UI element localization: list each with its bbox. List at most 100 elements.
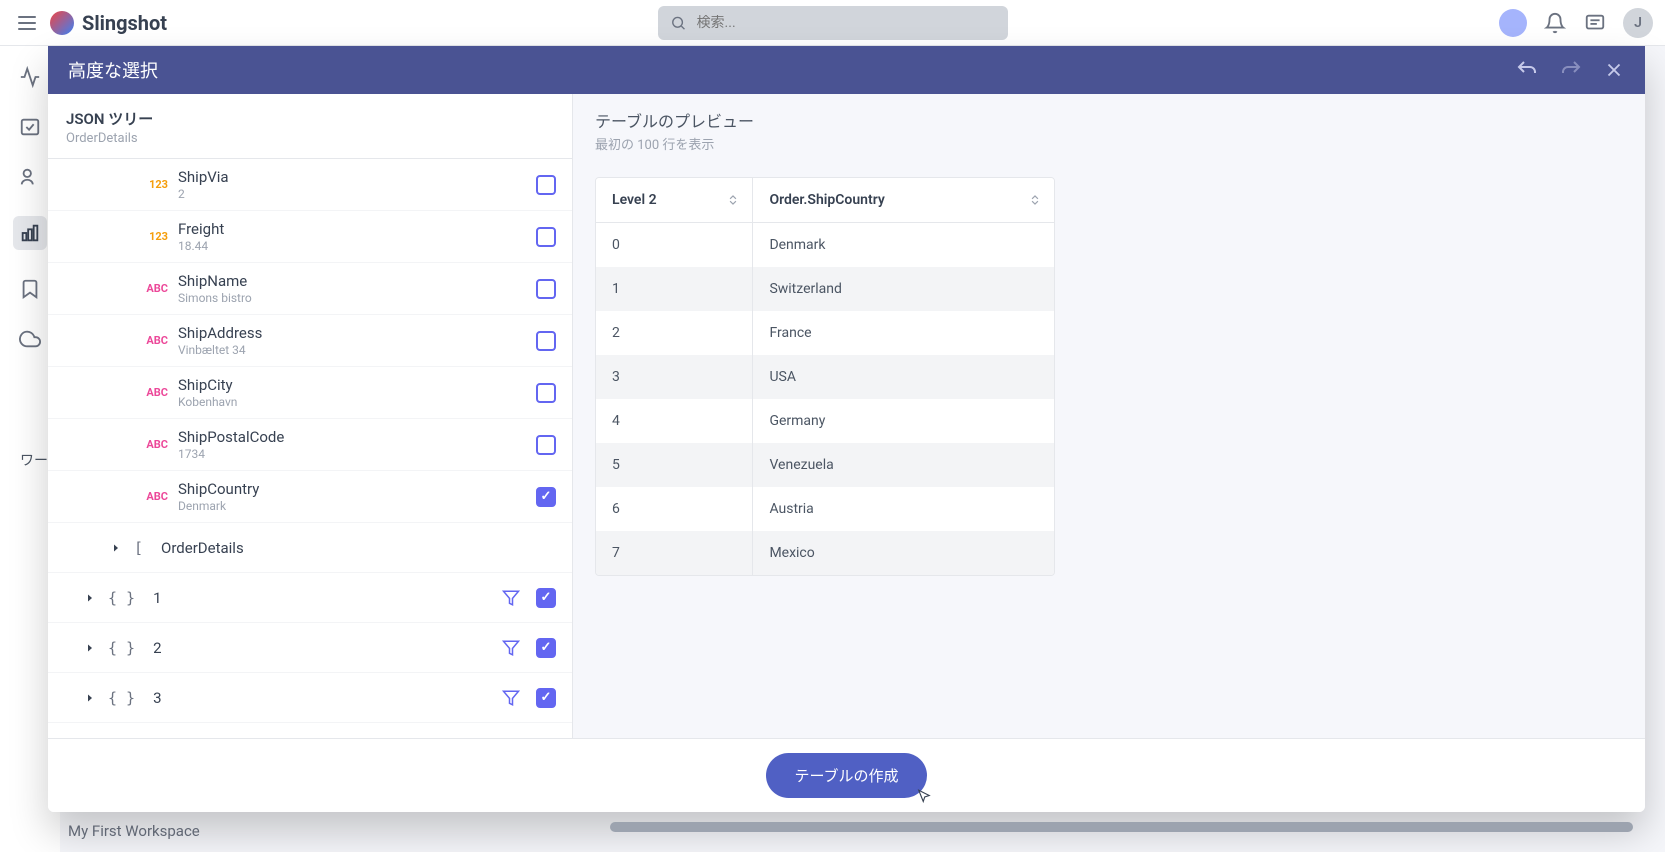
field-name: ShipVia <box>178 168 536 186</box>
preview-title: テーブルのプレビュー <box>595 108 1623 132</box>
tree-field-row[interactable]: 123 Freight 18.44 <box>48 211 572 263</box>
undo-icon[interactable] <box>1515 58 1539 82</box>
field-value: Vinbæltet 34 <box>178 343 536 357</box>
caret-right-icon[interactable] <box>110 542 122 554</box>
tree-node-row[interactable]: { } 2 <box>48 623 572 673</box>
field-value: Kobenhavn <box>178 395 536 409</box>
sort-icon[interactable] <box>1028 193 1042 207</box>
node-checkbox[interactable] <box>536 588 556 608</box>
filter-icon[interactable] <box>502 689 520 707</box>
sort-icon[interactable] <box>726 193 740 207</box>
tasks-icon[interactable] <box>19 116 41 138</box>
chat-icon[interactable] <box>1583 11 1607 35</box>
field-checkbox[interactable] <box>536 279 556 299</box>
bg-workspace: My First Workspace <box>68 822 200 840</box>
type-badge: 123 <box>149 230 168 243</box>
tree-field-row[interactable]: ABC ShipCity Kobenhavn <box>48 367 572 419</box>
tree-list[interactable]: 123 ShipVia 2 123 Freight 18.44 ABC Ship… <box>48 159 572 738</box>
field-name: ShipPostalCode <box>178 428 536 446</box>
field-name: ShipName <box>178 272 536 290</box>
redo-icon[interactable] <box>1559 58 1583 82</box>
field-checkbox[interactable] <box>536 383 556 403</box>
preview-panel: テーブルのプレビュー 最初の 100 行を表示 Level 2Order.Shi… <box>573 94 1645 738</box>
table-cell: France <box>753 311 1054 355</box>
field-checkbox[interactable] <box>536 227 556 247</box>
topbar: Slingshot J <box>0 0 1665 46</box>
assistant-avatar[interactable] <box>1499 9 1527 37</box>
search-icon <box>670 14 687 32</box>
table-row: 7Mexico <box>596 531 1054 575</box>
close-icon[interactable] <box>1603 59 1625 81</box>
field-checkbox[interactable] <box>536 175 556 195</box>
cursor-icon <box>915 788 933 806</box>
json-tree-panel: JSON ツリー OrderDetails 123 ShipVia 2 123 … <box>48 94 573 738</box>
table-cell: 7 <box>596 531 753 575</box>
bookmark-icon[interactable] <box>19 278 41 300</box>
caret-right-icon[interactable] <box>84 692 96 704</box>
tree-node-row[interactable]: { } 3 <box>48 673 572 723</box>
node-checkbox[interactable] <box>536 638 556 658</box>
notifications-icon[interactable] <box>1543 11 1567 35</box>
table-row: 1Switzerland <box>596 267 1054 311</box>
node-checkbox[interactable] <box>536 688 556 708</box>
table-cell: 5 <box>596 443 753 487</box>
tree-field-row[interactable]: 123 ShipVia 2 <box>48 159 572 211</box>
field-value: 2 <box>178 187 536 201</box>
table-row: 4Germany <box>596 399 1054 443</box>
table-cell: 0 <box>596 223 753 268</box>
field-name: ShipCity <box>178 376 536 394</box>
node-label: 2 <box>153 639 502 657</box>
user-avatar[interactable]: J <box>1623 8 1653 38</box>
brace-icon: [ <box>134 539 143 557</box>
table-row: 2France <box>596 311 1054 355</box>
field-checkbox[interactable] <box>536 435 556 455</box>
users-icon[interactable] <box>19 166 41 188</box>
field-name: Freight <box>178 220 536 238</box>
field-value: Simons bistro <box>178 291 536 305</box>
tree-node-row[interactable]: [ OrderDetails <box>48 523 572 573</box>
filter-icon[interactable] <box>502 589 520 607</box>
tree-field-row[interactable]: ABC ShipAddress Vinbæltet 34 <box>48 315 572 367</box>
logo-text: Slingshot <box>82 11 167 35</box>
search-bar[interactable] <box>658 6 1008 40</box>
menu-icon[interactable] <box>12 8 42 38</box>
tree-field-row[interactable]: ABC ShipPostalCode 1734 <box>48 419 572 471</box>
tree-field-row[interactable]: ABC ShipName Simons bistro <box>48 263 572 315</box>
type-badge: ABC <box>146 282 168 295</box>
caret-right-icon[interactable] <box>84 642 96 654</box>
node-label: 1 <box>153 589 502 607</box>
tree-node-row[interactable]: { } 1 <box>48 573 572 623</box>
table-cell: Germany <box>753 399 1054 443</box>
preview-table: Level 2Order.ShipCountry 0Denmark1Switze… <box>595 177 1055 576</box>
field-checkbox[interactable] <box>536 331 556 351</box>
filter-icon[interactable] <box>502 639 520 657</box>
logo[interactable]: Slingshot <box>50 11 167 35</box>
node-label: 3 <box>153 689 502 707</box>
caret-right-icon[interactable] <box>84 592 96 604</box>
horizontal-scrollbar[interactable] <box>610 822 1633 832</box>
modal-footer: テーブルの作成 <box>48 738 1645 812</box>
preview-subtitle: 最初の 100 行を表示 <box>595 134 1623 153</box>
analytics-icon[interactable] <box>13 216 47 250</box>
field-value: Denmark <box>178 499 536 513</box>
brace-icon: { } <box>108 689 135 707</box>
column-header[interactable]: Level 2 <box>596 178 753 223</box>
activity-icon[interactable] <box>19 66 41 88</box>
modal-header: 高度な選択 <box>48 46 1645 94</box>
cloud-icon[interactable] <box>19 328 41 350</box>
column-header[interactable]: Order.ShipCountry <box>753 178 1054 223</box>
field-name: ShipCountry <box>178 480 536 498</box>
field-name: ShipAddress <box>178 324 536 342</box>
type-badge: ABC <box>146 334 168 347</box>
table-cell: 4 <box>596 399 753 443</box>
bg-label: ワー <box>20 450 48 470</box>
field-value: 18.44 <box>178 239 536 253</box>
tree-title: JSON ツリー <box>66 108 554 129</box>
type-badge: ABC <box>146 386 168 399</box>
table-cell: 2 <box>596 311 753 355</box>
field-checkbox[interactable] <box>536 487 556 507</box>
tree-field-row[interactable]: ABC ShipCountry Denmark <box>48 471 572 523</box>
table-cell: Switzerland <box>753 267 1054 311</box>
create-table-button[interactable]: テーブルの作成 <box>766 753 926 798</box>
search-input[interactable] <box>697 15 996 31</box>
